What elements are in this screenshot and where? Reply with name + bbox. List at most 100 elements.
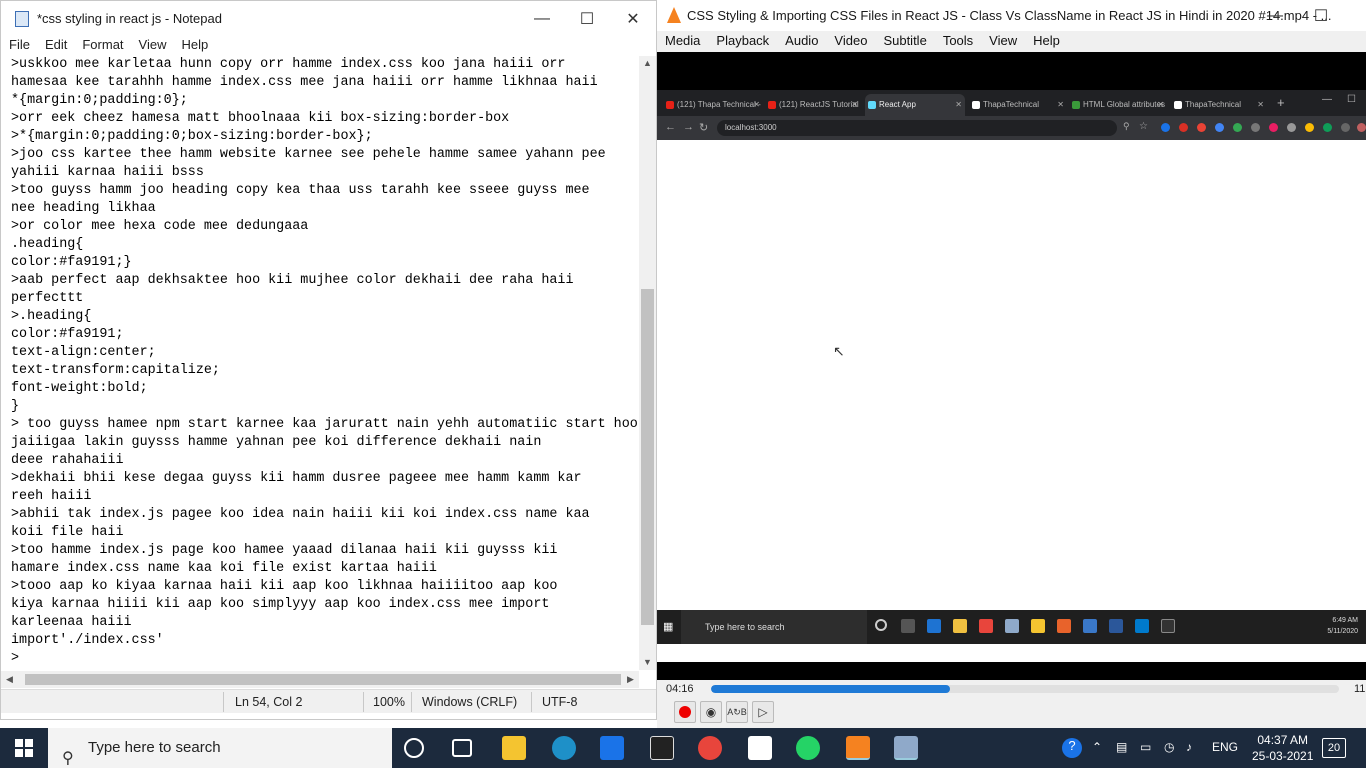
react-app-page: ↖ xyxy=(657,140,1366,610)
taskbar-search-input[interactable]: ⚲ Type here to search xyxy=(48,728,392,768)
extension-icon xyxy=(1179,123,1188,132)
help-icon[interactable]: ? xyxy=(1062,738,1082,758)
browser-tab-active: React App ✕ xyxy=(865,94,965,116)
file-explorer-button[interactable] xyxy=(502,736,526,760)
volume-icon[interactable]: ♪ xyxy=(1186,740,1192,754)
vlc-menu-help[interactable]: Help xyxy=(1025,31,1068,52)
extension-icon xyxy=(1197,123,1206,132)
horizontal-scroll-thumb[interactable] xyxy=(25,674,621,685)
close-button[interactable]: ✕ xyxy=(610,1,656,36)
menu-edit[interactable]: Edit xyxy=(37,36,74,55)
text-line: nee heading likhaa xyxy=(11,201,156,216)
back-icon: ← xyxy=(665,121,676,133)
scroll-left-icon[interactable]: ◀ xyxy=(6,674,13,685)
windows-taskbar: ⚲ Type here to search ? ⌃ ▤ ▭ ◷ ♪ ENG 04… xyxy=(0,728,1366,768)
vlc-title-bar[interactable]: CSS Styling & Importing CSS Files in Rea… xyxy=(657,0,1366,31)
scroll-down-icon[interactable]: ▼ xyxy=(643,657,652,667)
video-browser-frame: (121) Thapa Technical - ✕ (121) ReactJS T… xyxy=(657,90,1366,662)
scroll-up-icon[interactable]: ▲ xyxy=(643,58,652,68)
vlc-maximize-button[interactable]: ☐ xyxy=(1298,0,1344,31)
start-button[interactable] xyxy=(0,728,48,768)
dropbox-button[interactable] xyxy=(748,736,772,760)
vlc-menu-view[interactable]: View xyxy=(981,31,1025,52)
notepad-status-bar: Ln 54, Col 2 100% Windows (CRLF) UTF-8 xyxy=(1,689,656,713)
text-line: >.heading{ xyxy=(11,309,92,324)
vlc-menu-audio[interactable]: Audio xyxy=(777,31,826,52)
record-button[interactable] xyxy=(674,701,696,723)
chrome-button[interactable] xyxy=(698,736,722,760)
whatsapp-button[interactable] xyxy=(796,736,820,760)
cortana-button[interactable] xyxy=(404,738,424,758)
app-button[interactable] xyxy=(650,736,674,760)
text-line: perfecttt xyxy=(11,291,84,306)
text-line: >*{margin:0;padding:0;box-sizing:border-… xyxy=(11,129,373,144)
extension-icon xyxy=(1233,123,1242,132)
notepad-text-area[interactable]: >uskkoo mee karletaa hunn copy orr hamme… xyxy=(11,56,637,668)
seek-slider[interactable] xyxy=(711,685,1339,693)
vlc-menu-tools[interactable]: Tools xyxy=(935,31,981,52)
record-icon xyxy=(679,706,691,718)
chrome-icon xyxy=(979,619,993,633)
taskbar-clock[interactable]: 04:37 AM 25-03-2021 xyxy=(1252,732,1313,764)
edge-button[interactable] xyxy=(552,736,576,760)
notepad-menu-bar: File Edit Format View Help xyxy=(1,36,656,55)
vscode-icon xyxy=(1135,619,1149,633)
page-icon xyxy=(972,101,980,109)
language-indicator[interactable]: ENG xyxy=(1212,740,1238,754)
cursor-position: Ln 54, Col 2 xyxy=(235,695,303,709)
extension-icon xyxy=(1215,123,1224,132)
text-line: jaiiigaa lakin guysss hamme yahnan pee k… xyxy=(11,435,542,450)
vlc-minimize-button[interactable]: — xyxy=(1252,0,1298,31)
device-icon[interactable]: ▤ xyxy=(1116,740,1127,754)
text-line: > xyxy=(11,651,20,666)
loop-ab-icon: A↻B xyxy=(727,706,747,717)
snapshot-button[interactable]: ◉ xyxy=(700,701,722,723)
vlc-menu-subtitle[interactable]: Subtitle xyxy=(875,31,934,52)
vlc-seek-bar: 04:16 11 xyxy=(657,680,1366,698)
browser-tab-strip: (121) Thapa Technical - ✕ (121) ReactJS T… xyxy=(657,90,1366,116)
store-icon xyxy=(953,619,967,633)
text-line: >uskkoo mee karletaa hunn copy orr hamme… xyxy=(11,57,566,72)
text-line: >aab perfect aap dekhsaktee hoo kii mujh… xyxy=(11,273,574,288)
text-line: font-weight:bold; xyxy=(11,381,148,396)
horizontal-scrollbar[interactable]: ◀ ▶ xyxy=(1,671,639,688)
browser-tab: (121) ReactJS Tutorial in ✕ xyxy=(765,94,861,116)
maximize-button[interactable]: ☐ xyxy=(564,1,610,36)
elapsed-time: 04:16 xyxy=(666,683,694,695)
vertical-scrollbar[interactable]: ▲ ▼ xyxy=(639,56,656,670)
extension-icon xyxy=(1341,123,1350,132)
menu-help[interactable]: Help xyxy=(173,36,215,55)
text-line: hamesaa kee tarahhh hamme index.css mee … xyxy=(11,75,598,90)
page-icon xyxy=(1174,101,1182,109)
video-taskbar-clock: 6:49 AM 5/11/2020 xyxy=(1327,617,1358,635)
battery-icon[interactable]: ▭ xyxy=(1140,740,1151,754)
notepad-title-bar[interactable]: *css styling in react js - Notepad — ☐ ✕ xyxy=(1,1,656,36)
vlc-menu-playback[interactable]: Playback xyxy=(708,31,777,52)
wifi-icon[interactable]: ◷ xyxy=(1164,740,1174,754)
frame-step-button[interactable]: ▷ xyxy=(752,701,774,723)
app-icon xyxy=(1057,619,1071,633)
task-view-button[interactable] xyxy=(452,739,472,757)
vlc-menu-media[interactable]: Media xyxy=(657,31,708,52)
vlc-button[interactable] xyxy=(846,736,870,760)
cortana-icon xyxy=(875,619,887,631)
minimize-button[interactable]: — xyxy=(519,1,565,36)
loop-ab-button[interactable]: A↻B xyxy=(726,701,748,723)
scroll-right-icon[interactable]: ▶ xyxy=(627,674,634,685)
menu-view[interactable]: View xyxy=(131,36,174,55)
video-area[interactable]: (121) Thapa Technical - ✕ (121) ReactJS T… xyxy=(657,52,1366,680)
vlc-menu-video[interactable]: Video xyxy=(826,31,875,52)
line-ending: Windows (CRLF) xyxy=(422,695,518,709)
notepad-button[interactable] xyxy=(894,736,918,760)
menu-file[interactable]: File xyxy=(1,36,37,55)
chevron-up-icon[interactable]: ⌃ xyxy=(1092,740,1102,754)
notepad-window: *css styling in react js - Notepad — ☐ ✕… xyxy=(0,0,657,720)
notification-center-button[interactable]: 20 xyxy=(1322,738,1346,758)
mouse-cursor-icon: ↖ xyxy=(833,343,845,359)
total-time: 11 xyxy=(1354,683,1366,695)
mail-button[interactable] xyxy=(600,736,624,760)
vlc-title: CSS Styling & Importing CSS Files in Rea… xyxy=(687,8,1332,23)
menu-format[interactable]: Format xyxy=(74,36,130,55)
vertical-scroll-thumb[interactable] xyxy=(641,289,654,625)
extension-icon xyxy=(1269,123,1278,132)
